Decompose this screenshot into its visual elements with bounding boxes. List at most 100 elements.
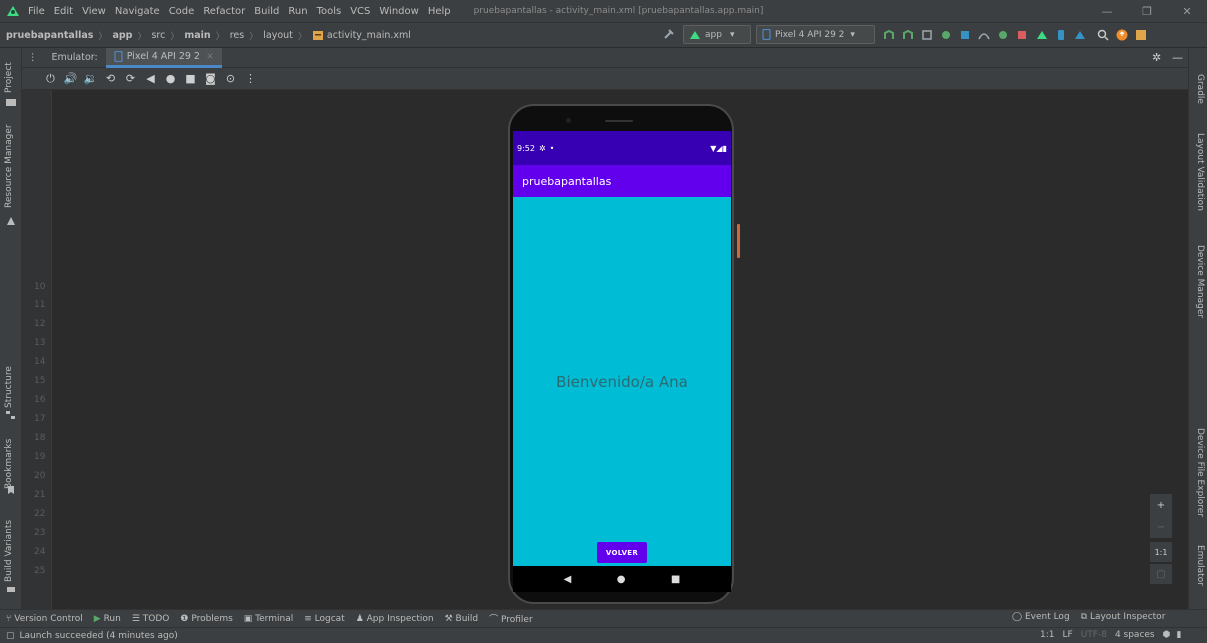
menu-edit[interactable]: Edit	[54, 6, 73, 17]
android-nav-bar: ◀ ● ■	[513, 566, 731, 592]
gear-icon[interactable]: ✲	[1152, 51, 1161, 64]
tool-layout-inspector[interactable]: ⧉ Layout Inspector	[1081, 612, 1166, 622]
more-options-icon[interactable]: ⋮	[242, 72, 259, 86]
tool-emulator[interactable]: Emulator	[1195, 545, 1205, 586]
tool-terminal[interactable]: ▣ Terminal	[244, 614, 293, 624]
tool-bookmarks[interactable]: Bookmarks	[4, 439, 14, 489]
run-config-select[interactable]: app ▾	[683, 25, 751, 44]
tab-pixel-4-label: Pixel 4 API 29 2	[126, 50, 200, 62]
menu-run[interactable]: Run	[288, 6, 307, 17]
menu-navigate[interactable]: Navigate	[115, 6, 160, 17]
menu-tools[interactable]: Tools	[317, 6, 342, 17]
minimize-icon[interactable]: —	[1087, 0, 1127, 22]
inspection-icon: ♟	[355, 613, 367, 624]
camera-icon[interactable]: ◙	[202, 72, 219, 86]
tool-version-control[interactable]: ⑂ Version Control	[6, 614, 83, 624]
structure-icon	[6, 411, 15, 419]
zoom-out-button[interactable]: −	[1150, 516, 1172, 538]
tool-todo[interactable]: ☰ TODO	[132, 614, 170, 624]
tool-event-log[interactable]: ◯ Event Log	[1012, 612, 1070, 622]
caret-position[interactable]: 1:1	[1040, 630, 1054, 640]
tool-device-file-explorer[interactable]: Device File Explorer	[1195, 428, 1205, 517]
tool-terminal-label: Terminal	[255, 613, 294, 624]
overview-icon[interactable]: ■	[182, 72, 199, 86]
rotate-left-icon[interactable]: ⟲	[102, 72, 119, 86]
menu-code[interactable]: Code	[169, 6, 195, 17]
power-icon[interactable]: ⏻	[42, 72, 59, 86]
breadcrumb-app[interactable]: app	[112, 30, 132, 41]
breadcrumb-project[interactable]: pruebapantallas	[6, 30, 93, 41]
update-icon[interactable]	[1116, 29, 1128, 41]
menu-view[interactable]: View	[82, 6, 106, 17]
resource-icon	[7, 217, 15, 225]
zoom-fit-icon[interactable]: ▢	[1150, 564, 1172, 584]
folder-icon	[6, 99, 16, 106]
volume-down-icon[interactable]: 🔉	[82, 72, 99, 86]
account-icon[interactable]	[1135, 29, 1147, 41]
breadcrumb-main[interactable]: main	[184, 30, 210, 41]
event-indicator-icon[interactable]: ⬢	[1163, 630, 1171, 640]
apply-changes-restart-icon[interactable]	[883, 29, 895, 41]
snapshot-icon[interactable]: ⊙	[222, 72, 239, 86]
close-icon[interactable]: ×	[206, 51, 214, 62]
file-encoding[interactable]: UTF-8	[1081, 630, 1107, 640]
tool-build-variants[interactable]: Build Variants	[4, 520, 14, 582]
tool-layout-validation[interactable]: Layout Validation	[1195, 133, 1205, 211]
breadcrumb-file[interactable]: activity_main.xml	[327, 30, 411, 41]
back-icon[interactable]: ◀	[564, 574, 572, 585]
rotate-right-icon[interactable]: ⟳	[122, 72, 139, 86]
tool-project[interactable]: Project	[4, 62, 14, 93]
breadcrumb-res[interactable]: res	[230, 30, 245, 41]
tool-gradle[interactable]: Gradle	[1195, 74, 1205, 104]
menu-window[interactable]: Window	[379, 6, 418, 17]
tab-pixel-4[interactable]: Pixel 4 API 29 2 ×	[105, 47, 222, 68]
close-icon[interactable]: ✕	[1167, 0, 1207, 22]
menu-refactor[interactable]: Refactor	[203, 6, 245, 17]
tool-run[interactable]: ▶ Run	[94, 614, 121, 624]
breadcrumb-src[interactable]: src	[151, 30, 165, 41]
tool-logcat[interactable]: ≡ Logcat	[304, 614, 344, 624]
attach-debugger-icon[interactable]	[997, 29, 1009, 41]
more-options-icon[interactable]: ⋮	[22, 52, 44, 63]
hide-icon[interactable]: —	[1172, 51, 1183, 64]
home-icon[interactable]: ●	[617, 574, 626, 585]
tool-resource-manager[interactable]: Resource Manager	[4, 124, 14, 208]
apply-code-changes-icon[interactable]	[902, 29, 914, 41]
indent-setting[interactable]: 4 spaces	[1115, 630, 1155, 640]
device-manager-icon[interactable]	[1055, 29, 1067, 41]
restore-icon[interactable]: ❐	[1127, 0, 1167, 22]
volver-button[interactable]: VOLVER	[597, 542, 647, 563]
volume-up-icon[interactable]: 🔊	[62, 72, 79, 86]
device-screen[interactable]: 9:52 ✲ • ▼◢▮ pruebapantallas Bienvenido/…	[513, 131, 731, 592]
profile-icon[interactable]	[978, 29, 990, 41]
debug-icon[interactable]	[940, 29, 952, 41]
menu-file[interactable]: File	[28, 6, 45, 17]
tool-device-manager[interactable]: Device Manager	[1195, 245, 1205, 318]
tool-profiler[interactable]: ⌒ Profiler	[489, 612, 533, 625]
tool-structure[interactable]: Structure	[4, 366, 14, 408]
sdk-manager-icon[interactable]	[1074, 29, 1086, 41]
side-button[interactable]	[737, 224, 740, 258]
memory-indicator-icon[interactable]: ▮	[1176, 630, 1181, 640]
sync-gradle-icon[interactable]	[1036, 29, 1048, 41]
home-icon[interactable]: ●	[162, 72, 179, 86]
line-number: 22	[34, 509, 46, 519]
menu-vcs[interactable]: VCS	[350, 6, 370, 17]
back-icon[interactable]: ◀	[142, 72, 159, 86]
tool-build[interactable]: ⚒ Build	[445, 614, 479, 624]
coverage-icon[interactable]	[959, 29, 971, 41]
search-icon[interactable]	[1097, 29, 1109, 41]
device-select[interactable]: Pixel 4 API 29 2 ▾	[756, 25, 875, 44]
tool-problems[interactable]: ❶ Problems	[180, 614, 232, 624]
breadcrumb-layout[interactable]: layout	[263, 30, 293, 41]
stop-icon[interactable]	[1016, 29, 1028, 41]
hammer-back-icon[interactable]	[663, 28, 675, 40]
line-separator[interactable]: LF	[1062, 630, 1072, 640]
rerun-icon[interactable]	[921, 29, 933, 41]
zoom-in-button[interactable]: +	[1150, 494, 1172, 516]
menu-help[interactable]: Help	[428, 6, 451, 17]
zoom-actual-size-button[interactable]: 1:1	[1150, 542, 1172, 562]
overview-icon[interactable]: ■	[671, 574, 680, 585]
tool-app-inspection[interactable]: ♟ App Inspection	[356, 614, 434, 624]
menu-build[interactable]: Build	[254, 6, 279, 17]
